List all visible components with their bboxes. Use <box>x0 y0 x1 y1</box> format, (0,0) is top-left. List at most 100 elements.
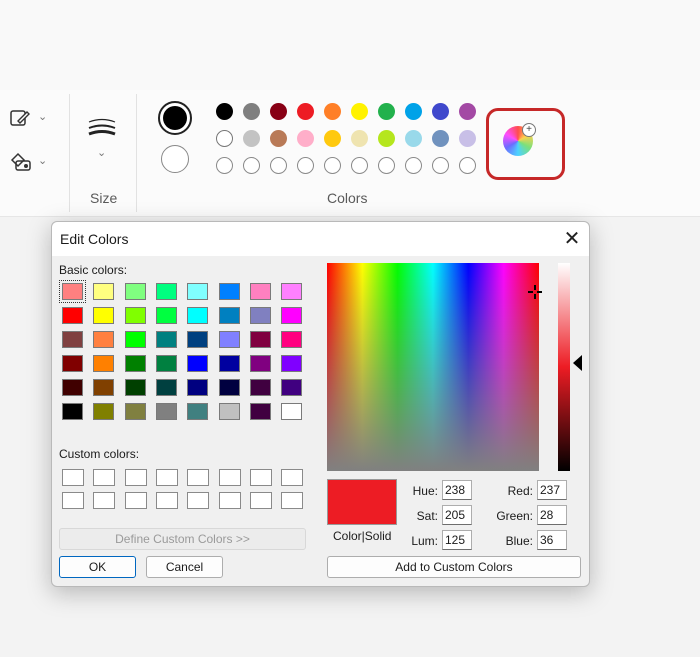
add-to-custom-colors-button[interactable]: Add to Custom Colors <box>327 556 581 578</box>
palette-swatch[interactable] <box>297 130 314 147</box>
custom-color-swatch[interactable] <box>93 492 116 509</box>
basic-color-swatch[interactable] <box>124 307 146 324</box>
custom-color-swatch[interactable] <box>155 492 178 509</box>
ok-button[interactable]: OK <box>59 556 136 578</box>
green-field[interactable]: 28 <box>537 505 567 525</box>
palette-empty-slot[interactable] <box>405 157 422 174</box>
basic-color-swatch[interactable] <box>281 355 303 372</box>
custom-color-swatch[interactable] <box>62 492 84 509</box>
palette-swatch[interactable] <box>351 130 368 147</box>
chevron-down-icon[interactable]: ⌄ <box>38 154 47 167</box>
hue-field[interactable]: 238 <box>442 480 472 500</box>
basic-color-swatch[interactable] <box>218 379 240 396</box>
basic-color-swatch[interactable] <box>281 403 303 420</box>
basic-color-swatch[interactable] <box>187 403 209 420</box>
fill-shapes-icon[interactable] <box>10 152 32 172</box>
sat-field[interactable]: 205 <box>442 505 472 525</box>
basic-color-swatch[interactable] <box>155 355 177 372</box>
blue-field[interactable]: 36 <box>537 530 567 550</box>
palette-empty-slot[interactable] <box>378 157 395 174</box>
palette-swatch[interactable] <box>216 103 233 120</box>
palette-swatch[interactable] <box>324 130 341 147</box>
basic-color-swatch[interactable] <box>93 403 115 420</box>
custom-color-swatch[interactable] <box>187 469 210 486</box>
basic-color-swatch[interactable] <box>187 307 209 324</box>
basic-color-swatch[interactable] <box>187 331 209 348</box>
basic-color-swatch[interactable] <box>124 331 146 348</box>
basic-color-swatch[interactable] <box>187 283 209 300</box>
basic-color-swatch[interactable] <box>249 283 271 300</box>
custom-color-swatch[interactable] <box>249 492 272 509</box>
basic-color-swatch[interactable] <box>218 355 240 372</box>
palette-empty-slot[interactable] <box>351 157 368 174</box>
palette-swatch[interactable] <box>378 103 395 120</box>
custom-color-swatch[interactable] <box>218 492 241 509</box>
palette-empty-slot[interactable] <box>459 157 476 174</box>
basic-color-swatch[interactable] <box>249 331 271 348</box>
basic-color-swatch[interactable] <box>124 283 146 300</box>
basic-color-swatch[interactable] <box>249 355 271 372</box>
basic-color-swatch[interactable] <box>249 307 271 324</box>
basic-color-swatch[interactable] <box>187 355 209 372</box>
chevron-down-icon[interactable]: ⌄ <box>97 146 106 159</box>
palette-empty-slot[interactable] <box>432 157 449 174</box>
lum-field[interactable]: 125 <box>442 530 472 550</box>
basic-color-swatch[interactable] <box>124 355 146 372</box>
basic-color-swatch[interactable] <box>59 280 86 303</box>
custom-color-swatch[interactable] <box>93 469 116 486</box>
basic-color-swatch[interactable] <box>62 331 83 348</box>
custom-color-swatch[interactable] <box>281 492 304 509</box>
basic-color-swatch[interactable] <box>155 331 177 348</box>
basic-color-swatch[interactable] <box>93 331 115 348</box>
basic-color-swatch[interactable] <box>249 379 271 396</box>
basic-color-swatch[interactable] <box>124 379 146 396</box>
palette-swatch[interactable] <box>405 130 422 147</box>
palette-swatch[interactable] <box>351 103 368 120</box>
basic-color-swatch[interactable] <box>93 379 115 396</box>
custom-color-swatch[interactable] <box>62 469 84 486</box>
palette-swatch[interactable] <box>459 103 476 120</box>
basic-color-swatch[interactable] <box>187 379 209 396</box>
brush-size-icon[interactable] <box>88 118 116 138</box>
palette-swatch[interactable] <box>243 103 260 120</box>
basic-color-swatch[interactable] <box>155 307 177 324</box>
custom-color-swatch[interactable] <box>124 469 147 486</box>
custom-color-swatch[interactable] <box>281 469 304 486</box>
chevron-down-icon[interactable]: ⌄ <box>38 110 47 123</box>
custom-color-swatch[interactable] <box>249 469 272 486</box>
basic-color-swatch[interactable] <box>218 403 240 420</box>
palette-swatch[interactable] <box>297 103 314 120</box>
secondary-color-button[interactable] <box>161 145 189 173</box>
pencil-icon[interactable] <box>10 108 32 128</box>
palette-swatch[interactable] <box>243 130 260 147</box>
palette-empty-slot[interactable] <box>243 157 260 174</box>
basic-color-swatch[interactable] <box>62 403 83 420</box>
palette-empty-slot[interactable] <box>324 157 341 174</box>
palette-swatch[interactable] <box>432 130 449 147</box>
basic-color-swatch[interactable] <box>155 403 177 420</box>
cancel-button[interactable]: Cancel <box>146 556 223 578</box>
luminosity-slider[interactable] <box>558 263 570 471</box>
custom-color-swatch[interactable] <box>218 469 241 486</box>
color-spectrum[interactable] <box>327 263 539 471</box>
custom-color-swatch[interactable] <box>124 492 147 509</box>
basic-color-swatch[interactable] <box>281 379 303 396</box>
palette-swatch[interactable] <box>270 103 287 120</box>
basic-color-swatch[interactable] <box>124 403 146 420</box>
basic-color-swatch[interactable] <box>93 307 115 324</box>
palette-swatch[interactable] <box>432 103 449 120</box>
basic-color-swatch[interactable] <box>281 331 303 348</box>
basic-color-swatch[interactable] <box>93 355 115 372</box>
luminosity-arrow-icon[interactable] <box>573 355 582 371</box>
basic-color-swatch[interactable] <box>218 331 240 348</box>
basic-color-swatch[interactable] <box>155 379 177 396</box>
basic-color-swatch[interactable] <box>218 283 240 300</box>
palette-empty-slot[interactable] <box>216 157 233 174</box>
basic-color-swatch[interactable] <box>62 379 83 396</box>
palette-swatch[interactable] <box>324 103 341 120</box>
basic-color-swatch[interactable] <box>62 307 83 324</box>
palette-empty-slot[interactable] <box>297 157 314 174</box>
basic-color-swatch[interactable] <box>281 307 303 324</box>
define-custom-colors-button[interactable]: Define Custom Colors >> <box>59 528 306 550</box>
primary-color-button[interactable] <box>158 101 192 135</box>
